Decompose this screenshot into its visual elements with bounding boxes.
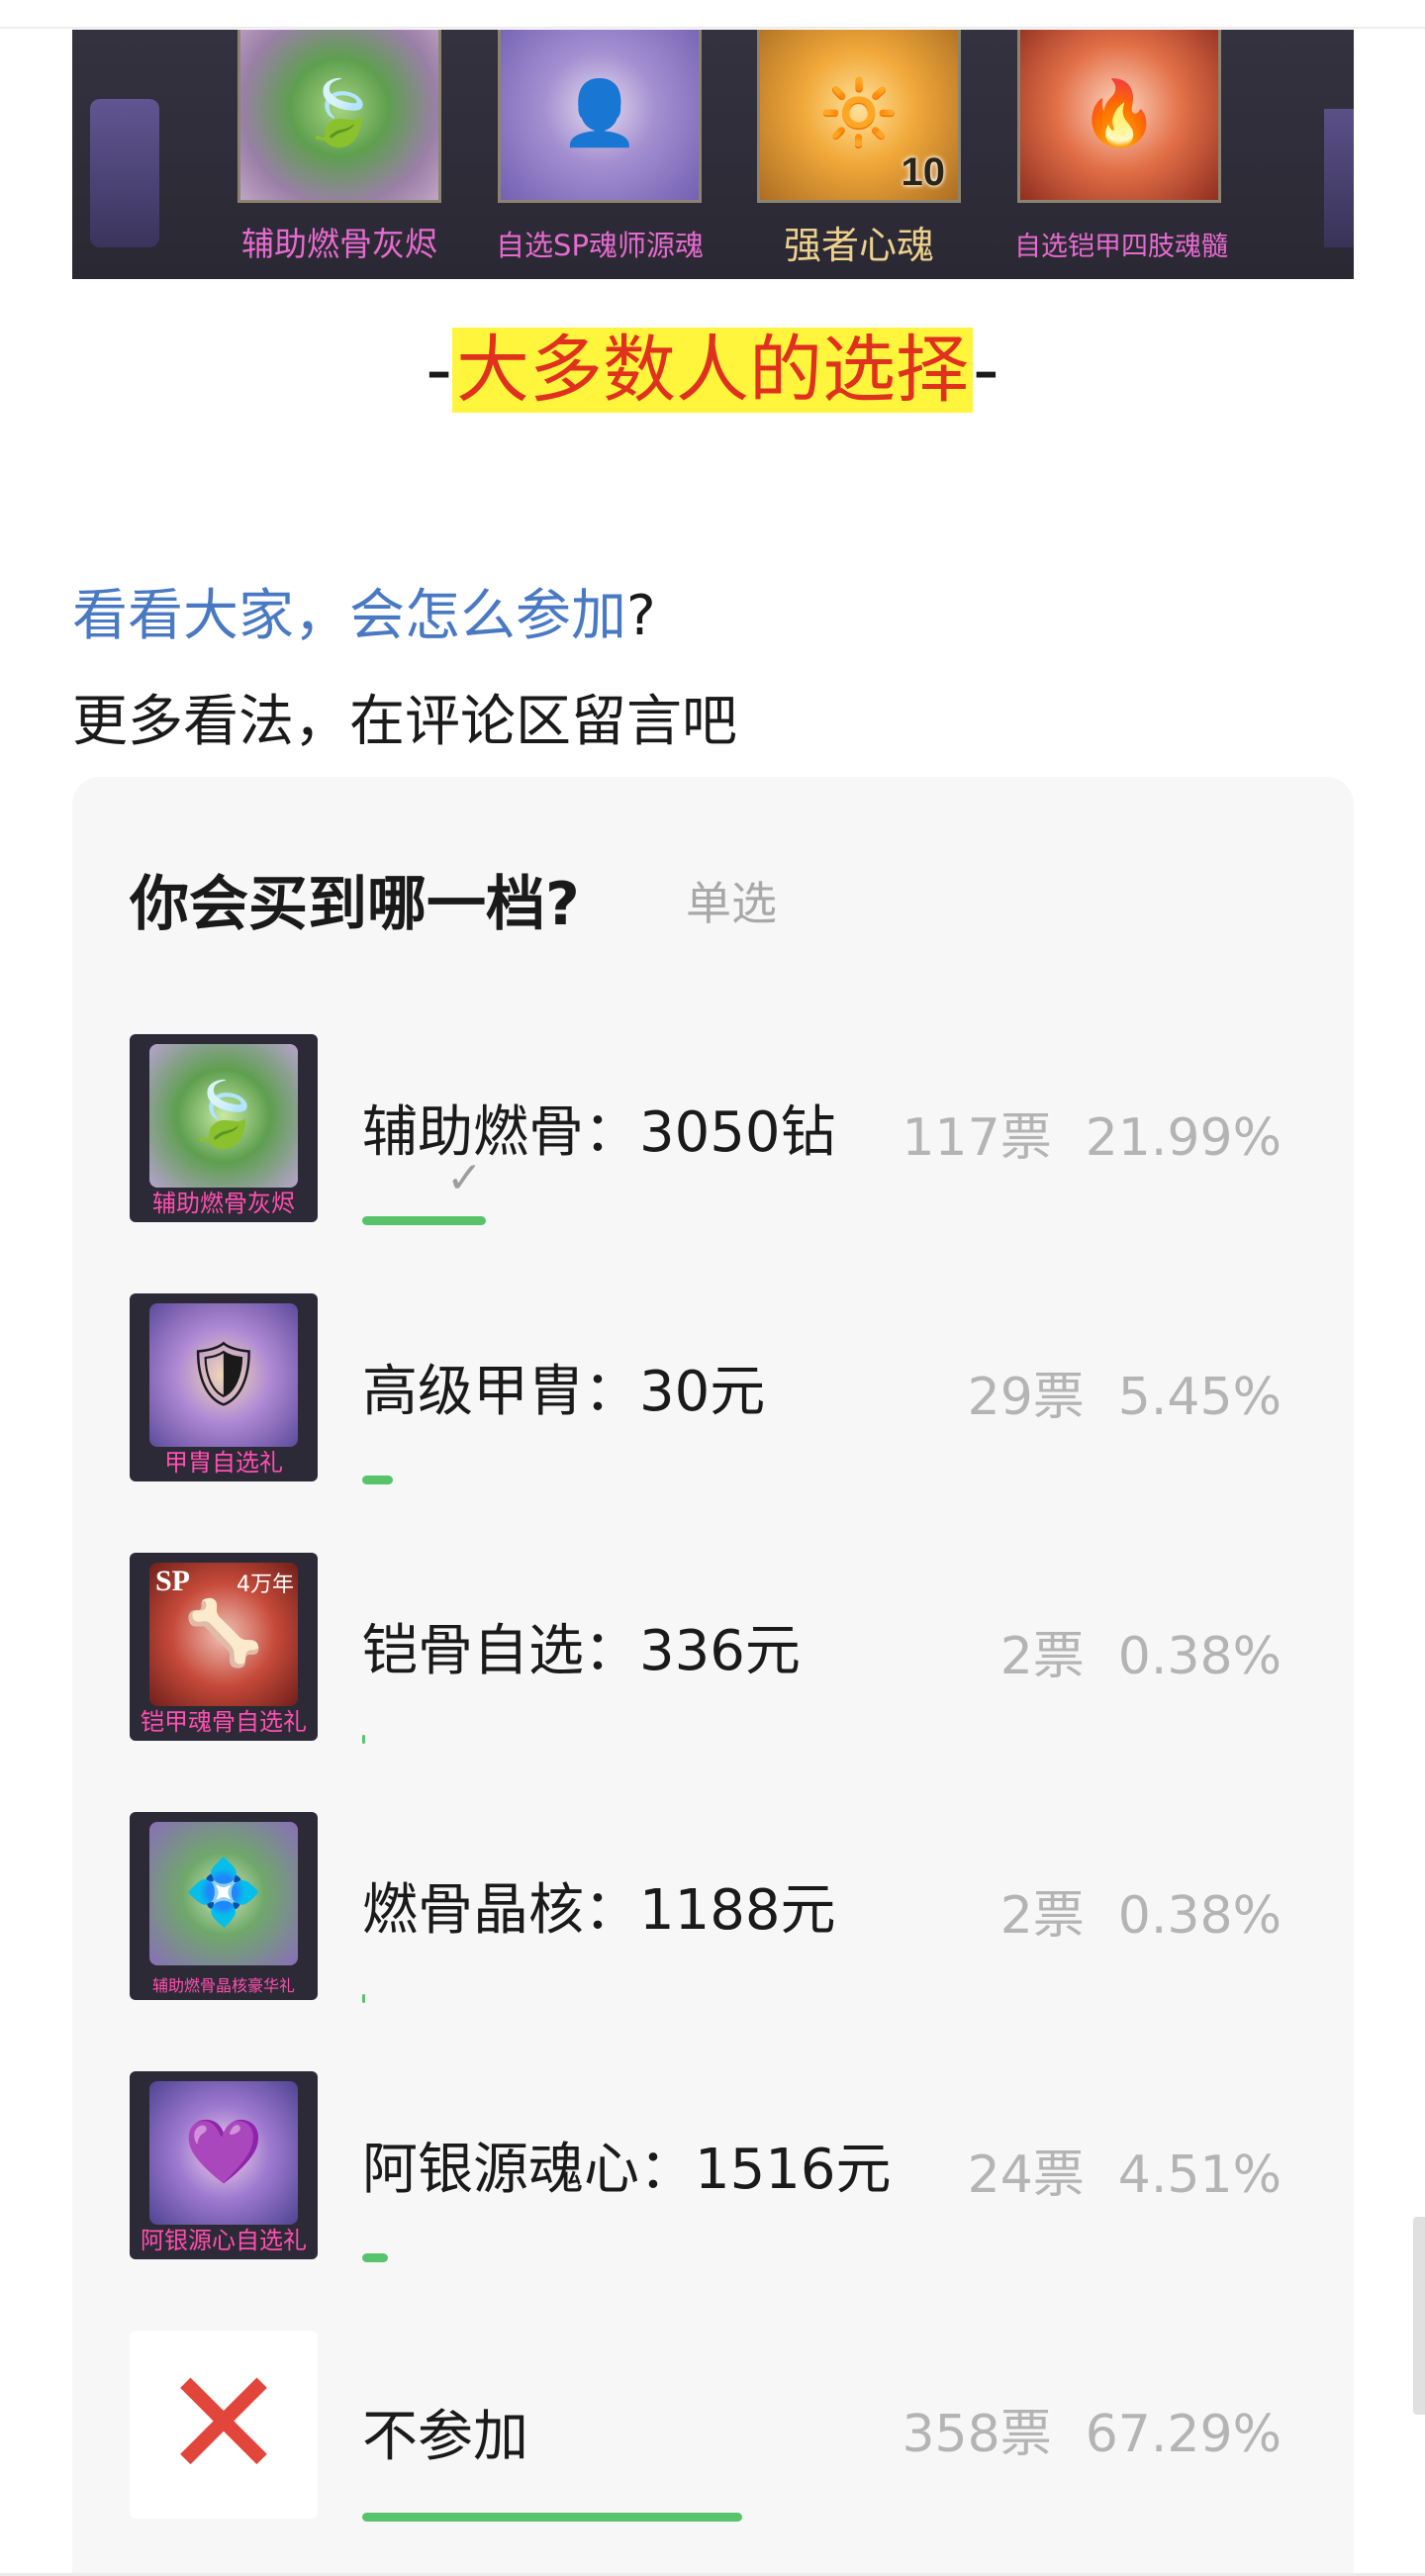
- option-label: 不参加: [362, 2405, 528, 2469]
- option-result-bar: [362, 1216, 486, 1225]
- option-stats: 2票 0.38%: [1000, 1873, 1282, 1948]
- poll-option[interactable]: 💜 阿银源心自选礼 阿银源魂心：1516元 24票 4.51%: [130, 2071, 1354, 2262]
- highlighted-headline-text: 大多数人的选择: [452, 328, 973, 413]
- option-result-bar: [362, 2513, 742, 2522]
- green-leaf-emblem-icon: 🍃: [184, 1079, 263, 1152]
- poll-card: 你会买到哪一档? 单选 🍃 辅助燃骨灰烬 辅助燃骨：3050钻 ✓ 117票 21…: [72, 777, 1354, 2576]
- option-percent: 0.38%: [1117, 1627, 1282, 1686]
- option-label: 辅助燃骨：3050钻: [362, 1100, 836, 1165]
- banner-side-decoration: [90, 99, 159, 247]
- option-percent: 5.45%: [1117, 1368, 1282, 1427]
- option-stats: 358票 67.29%: [902, 2392, 1282, 2466]
- option-label: 高级甲胄：30元: [362, 1360, 766, 1424]
- poll-option[interactable]: 🛡 甲胄自选礼 高级甲胄：30元 29票 5.45%: [130, 1293, 1354, 1484]
- heart-portrait-icon: 💜: [184, 2116, 263, 2189]
- option-label: 燃骨晶核：1188元: [362, 1878, 836, 1943]
- red-armor-emblem-icon: 🔥: [1080, 76, 1159, 150]
- banner-card-fuzhu: 🍃: [238, 30, 441, 203]
- option-result-bar: [362, 2253, 388, 2262]
- option-result-bar: [362, 1735, 365, 1744]
- reward-banner-image: 🍃 👤 🔆 10 🔥 辅助燃骨灰烬 自选SP魂师源魂 强者心魂 自选铠甲四肢魂髓: [72, 30, 1354, 279]
- banner-label: 强者心魂: [783, 224, 934, 267]
- scrollbar-thumb[interactable]: [1413, 2217, 1425, 2415]
- banner-card-quantity: 10: [901, 150, 946, 194]
- poll-option[interactable]: 🍃 辅助燃骨灰烬 辅助燃骨：3050钻 ✓ 117票 21.99%: [130, 1034, 1354, 1225]
- option-image-caption: 辅助燃骨灰烬: [152, 1190, 295, 1217]
- green-leaf-emblem-icon: 🍃: [300, 76, 379, 150]
- banner-card-armor: 🔥: [1017, 30, 1221, 203]
- option-stats: 117票 21.99%: [902, 1096, 1282, 1170]
- intro-link-text[interactable]: 看看大家，会怎么参加: [72, 584, 626, 648]
- poll-title: 你会买到哪一档?: [130, 870, 580, 939]
- option-percent: 4.51%: [1117, 2146, 1282, 2205]
- banner-label: 自选铠甲四肢魂髓: [1014, 232, 1228, 262]
- option-image-caption: 甲胄自选礼: [164, 1449, 283, 1477]
- intro-line-1: 看看大家，会怎么参加?: [72, 584, 656, 648]
- option-image-caption: 铠甲魂骨自选礼: [141, 1708, 307, 1736]
- red-cross-icon: ✕: [161, 2338, 286, 2511]
- option-image: 💠 辅助燃骨晶核豪华礼: [130, 1812, 318, 2000]
- selected-check-icon: ✓: [446, 1153, 483, 1203]
- banner-label: 自选SP魂师源魂: [496, 229, 704, 262]
- option-image: ✕: [130, 2331, 318, 2519]
- option-label: 阿银源魂心：1516元: [362, 2138, 892, 2202]
- banner-card-sp: 👤: [498, 30, 702, 203]
- option-image-caption: 辅助燃骨晶核豪华礼: [151, 1976, 295, 1995]
- poll-option[interactable]: ✕ 不参加 358票 67.29%: [130, 2331, 1354, 2522]
- character-portrait-icon: 👤: [560, 76, 639, 150]
- option-image: 💜 阿银源心自选礼: [130, 2071, 318, 2259]
- option-image: 🍃 辅助燃骨灰烬: [130, 1034, 318, 1222]
- poll-option[interactable]: 🦴 SP 4万年 铠甲魂骨自选礼 铠骨自选：336元 2票 0.38%: [130, 1553, 1354, 1744]
- option-image-caption: 阿银源心自选礼: [141, 2227, 307, 2254]
- option-votes: 117票: [902, 1108, 1052, 1168]
- option-image: 🦴 SP 4万年 铠甲魂骨自选礼: [130, 1553, 318, 1741]
- option-votes: 2票: [999, 1627, 1085, 1686]
- option-stats: 2票 0.38%: [1000, 1614, 1282, 1688]
- option-label: 铠骨自选：336元: [362, 1619, 801, 1683]
- armor-helmet-icon: 🛡: [183, 1338, 264, 1411]
- poll-mode-badge: 单选: [686, 877, 777, 930]
- sp-armor-bone-icon: 🦴: [184, 1597, 263, 1670]
- top-divider: [0, 27, 1425, 29]
- section-headline: -大多数人的选择-: [426, 328, 999, 413]
- option-stats: 24票 4.51%: [968, 2133, 1282, 2207]
- banner-card-qiangzhe: 🔆 10: [757, 30, 961, 203]
- option-stats: 29票 5.45%: [968, 1355, 1282, 1429]
- banner-side-decoration: [1324, 109, 1354, 247]
- option-votes: 24票: [967, 2146, 1085, 2205]
- option-percent: 67.29%: [1085, 2405, 1282, 2464]
- option-result-bar: [362, 1994, 365, 2003]
- poll-option[interactable]: 💠 辅助燃骨晶核豪华礼 燃骨晶核：1188元 2票 0.38%: [130, 1812, 1354, 2003]
- option-image: 🛡 甲胄自选礼: [130, 1293, 318, 1481]
- crystal-core-icon: 💠: [184, 1857, 263, 1930]
- option-percent: 21.99%: [1085, 1108, 1282, 1168]
- golden-orb-icon: 🔆: [819, 76, 899, 150]
- banner-label: 辅助燃骨灰烬: [241, 225, 437, 263]
- option-result-bar: [362, 1476, 393, 1484]
- option-votes: 358票: [902, 2405, 1052, 2464]
- year-badge: 4万年: [237, 1573, 294, 1597]
- option-percent: 0.38%: [1117, 1886, 1282, 1946]
- option-votes: 29票: [967, 1368, 1085, 1427]
- intro-line-2: 更多看法，在评论区留言吧: [72, 690, 737, 754]
- sp-badge: SP: [155, 1565, 191, 1597]
- option-votes: 2票: [999, 1886, 1085, 1946]
